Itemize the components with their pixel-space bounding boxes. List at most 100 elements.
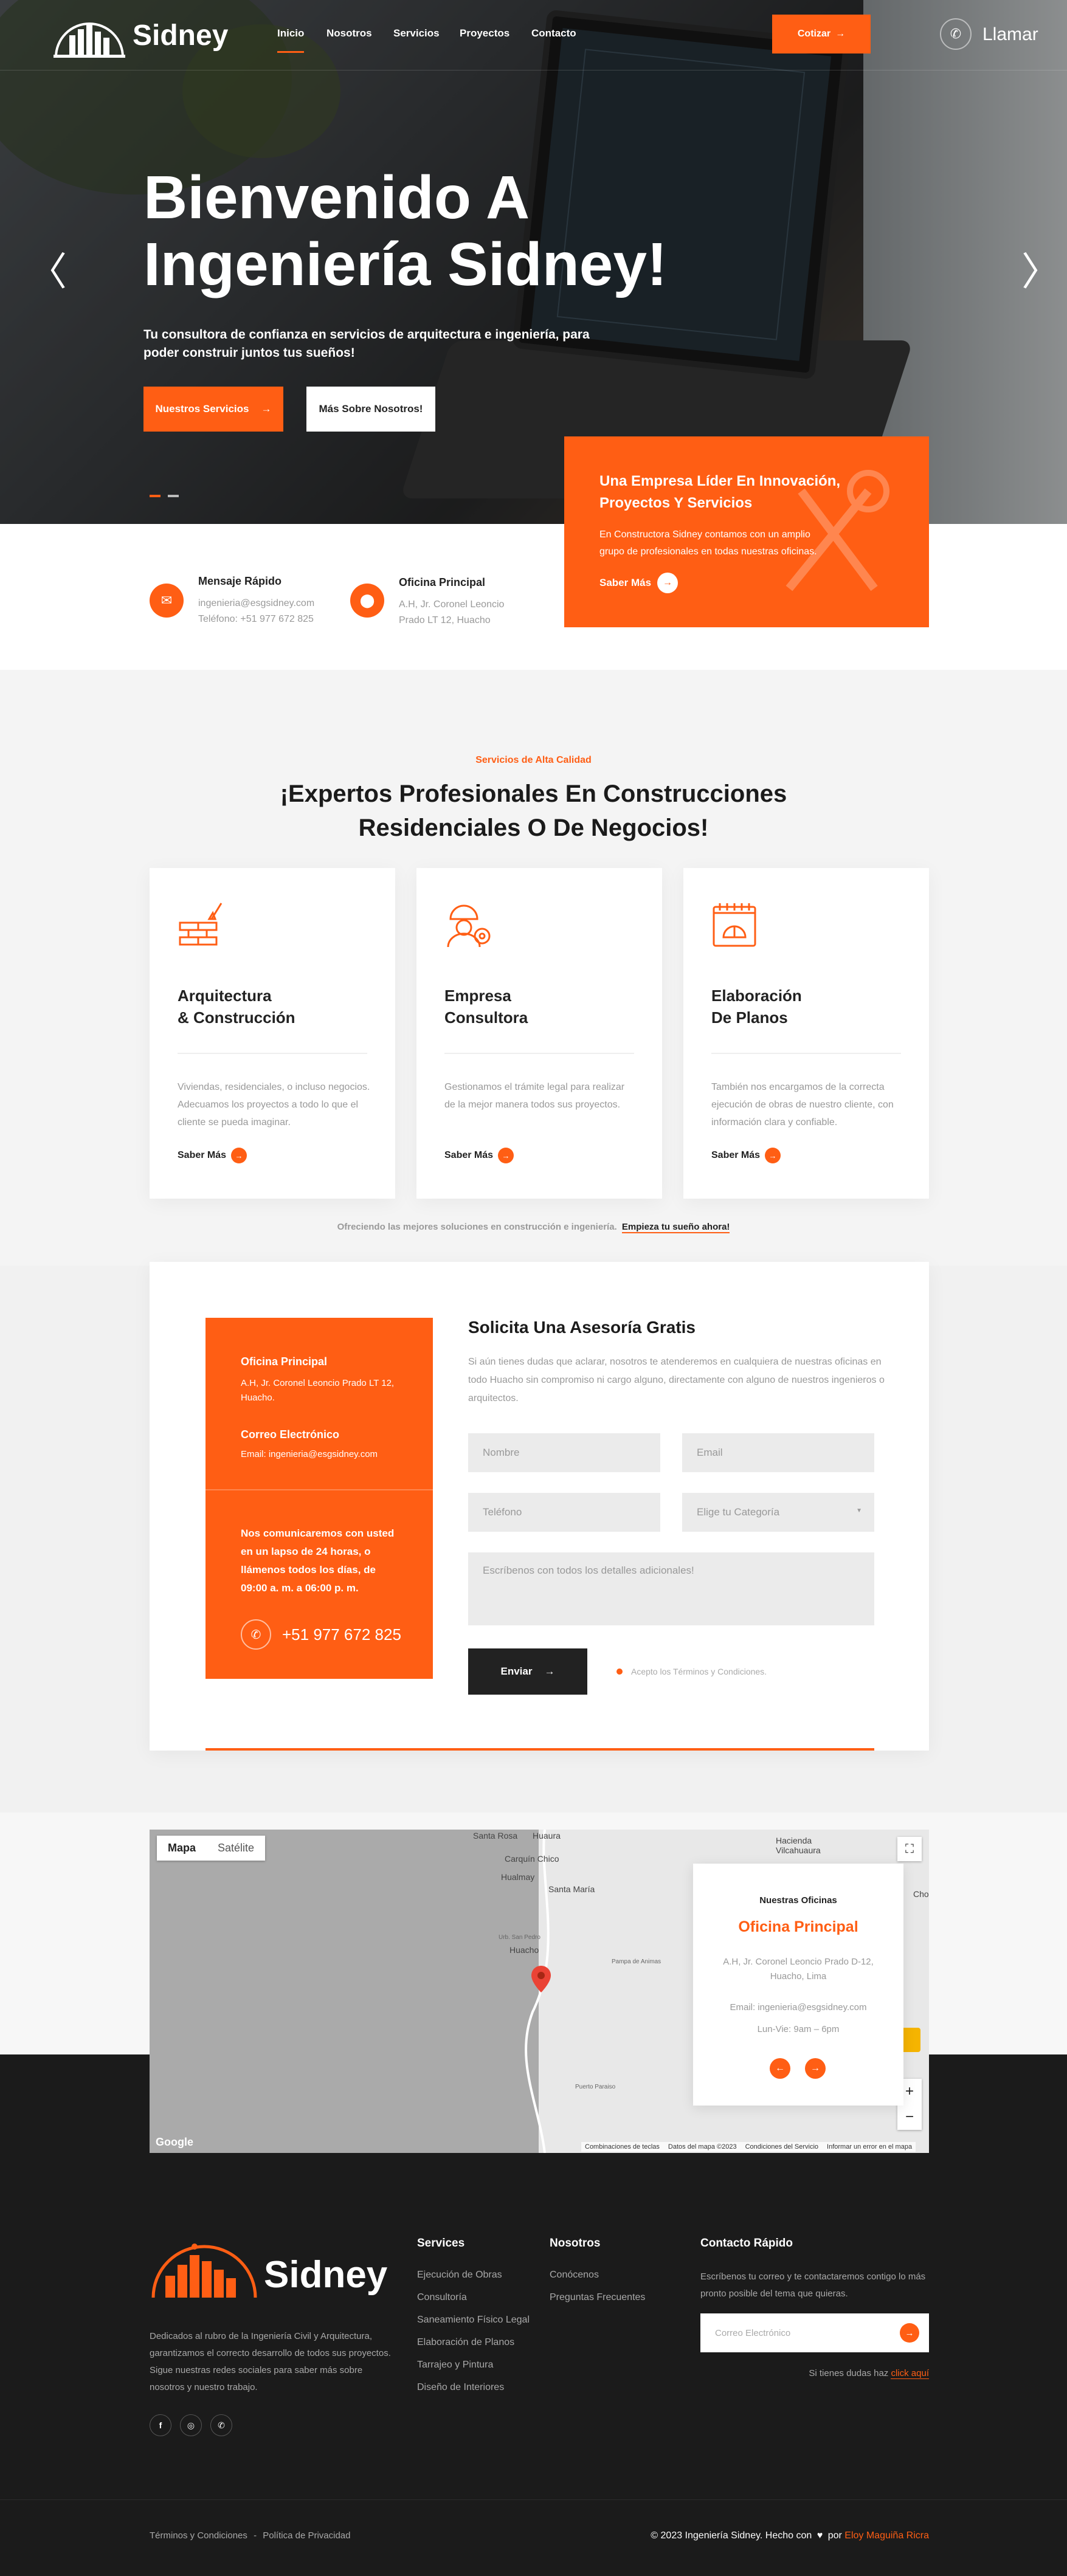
office-card-small: Nuestras Oficinas (759, 1895, 837, 1906)
footer-link[interactable]: Saneamiento Físico Legal (417, 2315, 530, 2326)
services-tagline: Servicios de Alta Calidad (475, 755, 592, 765)
service-card-title: Elaboración De Planos (711, 987, 802, 1027)
footer-link[interactable]: Elaboración de Planos (417, 2337, 514, 2348)
office-card-hours: Lun-Vie: 9am – 6pm (757, 2024, 840, 2034)
service-card-blueprints[interactable]: Elaboración De Planos También nos encarga… (683, 868, 929, 1199)
service-card-link[interactable]: Saber Más → (444, 1148, 514, 1163)
arrow-right-icon[interactable]: → (805, 2058, 826, 2079)
contact-email-title: Correo Electrónico (241, 1428, 340, 1441)
phone-icon: ✆ (241, 1619, 271, 1650)
map-place: Huacho (509, 1945, 539, 1955)
terms-link[interactable]: Términos y Condiciones (150, 2530, 247, 2541)
newsletter-email-input[interactable]: Correo Electrónico → (700, 2313, 929, 2352)
map-pin-icon: ⬤ (350, 584, 384, 618)
promo-text: En Constructora Sidney contamos con un a… (599, 529, 817, 557)
map-pin-icon[interactable] (531, 1966, 551, 1992)
footer-link[interactable]: Tarrajeo y Pintura (417, 2360, 493, 2371)
promo-link[interactable]: Saber Más → (599, 573, 679, 593)
map-attribution: Combinaciones de teclas Datos del mapa ©2… (581, 2142, 916, 2152)
footer-contact-title: Contacto Rápido (700, 2237, 793, 2250)
facebook-icon[interactable]: f (150, 2414, 171, 2436)
phone-field[interactable]: Teléfono (468, 1493, 660, 1532)
nav-nosotros[interactable]: Nosotros (326, 27, 372, 40)
category-select[interactable]: Elige tu Categoría ▼ (682, 1493, 874, 1532)
service-card-link[interactable]: Saber Más → (178, 1148, 247, 1163)
logo-icon (54, 22, 125, 58)
slider-prev-arrow-icon[interactable]: 〈 (28, 241, 67, 297)
slider-next-arrow-icon[interactable]: 〉 (1021, 241, 1060, 297)
service-card-link[interactable]: Saber Más → (711, 1148, 781, 1163)
hero-title: Bienvenido A Ingeniería Sidney! (143, 164, 668, 298)
footer-logo-icon (151, 2244, 257, 2298)
contact-hours-text: Nos comunicaremos con usted en un lapso … (241, 1527, 395, 1594)
top-nav: Sidney Inicio Nosotros Servicios Proyect… (0, 0, 1067, 71)
terms-checkbox[interactable]: Acepto los Términos y Condiciones. (616, 1667, 767, 1676)
logo-text: Sidney (133, 19, 229, 52)
instagram-icon[interactable]: ◎ (180, 2414, 202, 2436)
arrow-left-icon[interactable]: ← (770, 2058, 790, 2079)
arrow-right-icon: → (498, 1148, 514, 1163)
office-card-email: Email: ingenieria@esgsidney.com (730, 2002, 867, 2013)
zoom-out-icon[interactable]: − (897, 2104, 922, 2130)
blueprint-icon (713, 903, 756, 947)
office-card: Nuestras Oficinas Oficina Principal A.H,… (693, 1864, 903, 2106)
click-here-link[interactable]: click aquí (891, 2368, 929, 2379)
service-card-consulting[interactable]: Empresa Consultora Gestionamos el trámite… (416, 868, 662, 1199)
services-footer: Ofreciendo las mejores soluciones en con… (337, 1222, 730, 1233)
info-title-message: Mensaje Rápido (198, 575, 282, 587)
footer-logo[interactable]: Sidney (150, 2240, 387, 2301)
map[interactable]: Mapa Satélite Santa Rosa Huaura Carquín … (150, 1830, 929, 2153)
promo-box: Una Empresa Líder En Innovación, Proyect… (564, 436, 929, 627)
about-us-button[interactable]: Más Sobre Nosotros! (306, 387, 435, 432)
contact-card: Oficina Principal A.H, Jr. Coronel Leonc… (150, 1262, 929, 1751)
form-title: Solicita Una Asesoría Gratis (468, 1318, 696, 1337)
name-field[interactable]: Nombre (468, 1433, 660, 1472)
footer-link[interactable]: Diseño de Interiores (417, 2382, 504, 2393)
map-tab-satellite[interactable]: Satélite (207, 1836, 265, 1861)
map-tab-map[interactable]: Mapa (157, 1836, 207, 1861)
footer-contact-text: Escríbenos tu correo y te contactaremos … (700, 2271, 926, 2299)
start-dream-link[interactable]: Empieza tu sueño ahora! (621, 1222, 730, 1233)
copyright: © 2023 Ingeniería Sidney. Hecho con ♥ po… (651, 2530, 929, 2541)
message-field[interactable]: Escríbenos con todos los detalles adicio… (468, 1552, 874, 1625)
form-text: Si aún tienes dudas que aclarar, nosotro… (468, 1357, 885, 1403)
call-label[interactable]: Llamar (982, 24, 1038, 45)
footer-link[interactable]: Conócenos (550, 2270, 599, 2281)
email-field[interactable]: Email (682, 1433, 874, 1472)
contact-phone[interactable]: ✆ +51 977 672 825 (241, 1619, 401, 1650)
map-place: Santa Rosa (473, 1831, 518, 1841)
nav-servicios[interactable]: Servicios (393, 27, 440, 40)
whatsapp-icon[interactable]: ✆ (210, 2414, 232, 2436)
quote-button[interactable]: Cotizar → (772, 15, 871, 53)
heart-icon: ♥ (817, 2530, 823, 2541)
slider-dot[interactable] (168, 495, 179, 497)
arrow-right-icon: → (765, 1148, 781, 1163)
nav-contacto[interactable]: Contacto (531, 27, 576, 40)
contact-office-title: Oficina Principal (241, 1355, 328, 1368)
footer-legal-links: Términos y Condiciones - Política de Pri… (150, 2530, 351, 2541)
service-card-architecture[interactable]: Arquitectura & Construcción Viviendas, re… (150, 868, 395, 1199)
footer-about-title: Nosotros (550, 2237, 601, 2250)
submit-button[interactable]: Enviar → (468, 1648, 587, 1695)
phone-icon[interactable]: ✆ (940, 18, 972, 50)
slider-dot-active[interactable] (150, 495, 161, 497)
privacy-link[interactable]: Política de Privacidad (263, 2530, 350, 2541)
map-place: Santa María (548, 1884, 595, 1894)
fullscreen-icon[interactable]: ⛶ (897, 1837, 922, 1861)
footer-link[interactable]: Preguntas Frecuentes (550, 2292, 645, 2303)
footer-services-title: Services (417, 2237, 465, 2250)
nav-proyectos[interactable]: Proyectos (460, 27, 509, 40)
service-card-text: Gestionamos el trámite legal para realiz… (444, 1082, 625, 1110)
footer-link[interactable]: Ejecución de Obras (417, 2270, 502, 2281)
office-card-title: Oficina Principal (738, 1918, 858, 1935)
map-place: Pampa de Animas (612, 1958, 661, 1965)
service-card-title: Arquitectura & Construcción (178, 987, 295, 1027)
author-link[interactable]: Eloy Maguiña Ricra (844, 2530, 929, 2541)
arrow-right-icon: → (835, 29, 846, 39)
our-services-button[interactable]: Nuestros Servicios → (143, 387, 283, 432)
arrow-right-icon[interactable]: → (900, 2323, 919, 2343)
logo[interactable]: Sidney (51, 11, 228, 60)
info-text-office: A.H, Jr. Coronel Leoncio Prado LT 12, Hua… (399, 599, 505, 625)
nav-inicio[interactable]: Inicio (277, 27, 305, 53)
footer-link[interactable]: Consultoría (417, 2292, 467, 2303)
